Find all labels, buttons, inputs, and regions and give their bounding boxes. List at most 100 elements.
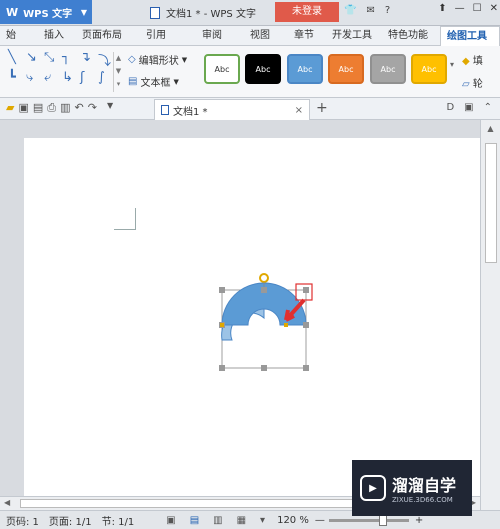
elbow-double-arrow-icon[interactable]: ⤵ (98, 50, 114, 70)
print-icon[interactable]: ⎙ (47, 101, 56, 115)
document-workspace (0, 120, 480, 498)
double-arrow-shape-icon[interactable]: ⤡ (44, 50, 60, 70)
tab-section[interactable]: 章节 (288, 26, 326, 46)
curved-double-arrow-icon[interactable]: ↳ (62, 70, 78, 90)
ribbon-right-group: ◆ 填 ▱ 轮 (462, 52, 483, 90)
resize-handle-br (303, 365, 309, 371)
maximize-button[interactable]: ☐ (473, 3, 482, 14)
curved-connector-icon[interactable]: ⤷ (26, 70, 42, 90)
fill-button[interactable]: ◆ 填 (462, 52, 483, 67)
edit-shape-button[interactable]: ◇ 编辑形状 ▼ (128, 52, 187, 67)
resize-handle-tc (261, 287, 267, 293)
shape-gallery: ╲ ↘ ⤡ ┐ ↴ ⤵ ┗ ⤷ ⤶ ↳ ʃ ∫ (8, 50, 118, 92)
close-tab-icon[interactable]: × (295, 105, 303, 116)
export-pdf-icon[interactable]: ▤ (33, 101, 43, 115)
shape-style-blue[interactable]: Abc (287, 54, 323, 84)
scroll-left-icon[interactable]: ◀ (4, 498, 10, 507)
skin-icon[interactable]: 👕 (344, 5, 356, 16)
new-tab-button[interactable]: + (316, 100, 328, 116)
page-view-icon[interactable]: ▤ (190, 515, 199, 526)
document-page[interactable] (24, 138, 480, 498)
share-icon[interactable]: ⬆ (438, 3, 446, 14)
login-button[interactable]: 未登录 (275, 2, 339, 22)
elbow-connector-icon[interactable]: ┐ (62, 50, 78, 70)
compare-icon[interactable]: ▣ (464, 102, 473, 113)
toolbar-right-icons: D ▣ ⌃ (446, 102, 492, 113)
zoom-out-button[interactable]: — (315, 515, 325, 526)
chevron-down-icon: ▼ (181, 55, 188, 64)
shape-style-gold[interactable]: Abc (411, 54, 447, 84)
style-gallery-more[interactable]: ▾ (450, 60, 454, 69)
web-view-icon[interactable]: ▥ (213, 515, 222, 526)
zoom-in-button[interactable]: + (415, 515, 423, 526)
page-count: 页面: 1/1 (48, 516, 92, 528)
vertical-scroll-thumb[interactable] (484, 143, 497, 263)
zoom-level[interactable]: 120 % (277, 515, 309, 526)
tab-features[interactable]: 特色功能 (382, 26, 440, 46)
shape-style-gray[interactable]: Abc (370, 54, 406, 84)
full-screen-view-icon[interactable]: ▣ (166, 515, 175, 526)
elbow-connector-2-icon[interactable]: ┗ (8, 70, 24, 90)
minimize-button[interactable]: — (455, 3, 465, 14)
dropdown-arrow-icon: ▼ (80, 7, 87, 17)
doc-panel-icon[interactable]: D (446, 102, 454, 113)
feedback-icon[interactable]: ✉ (366, 5, 374, 16)
section-count: 节: 1/1 (101, 516, 135, 528)
vertical-scrollbar[interactable]: ▲ (480, 120, 500, 510)
watermark-text: 溜溜自学 ZIXUE.3D66.COM (392, 472, 456, 504)
tab-insert[interactable]: 插入 (32, 26, 70, 46)
tab-review[interactable]: 审阅 (188, 26, 238, 46)
tab-developer[interactable]: 开发工具 (326, 26, 382, 46)
watermark-logo: ▶ 溜溜自学 ZIXUE.3D66.COM (352, 460, 472, 516)
shape-style-white[interactable]: Abc (204, 54, 240, 84)
arrow-line-shape-icon[interactable]: ↘ (26, 50, 42, 70)
reading-view-icon[interactable]: ▾ (260, 515, 265, 526)
shape-drawing[interactable] (214, 270, 334, 380)
resize-handle-mr (303, 322, 309, 328)
page-number: 页码: 1 (6, 516, 39, 528)
shape-gallery-scroll[interactable]: ▲ ▼ ▾ (113, 52, 123, 92)
curved-arrow-connector-icon[interactable]: ⤶ (44, 70, 60, 90)
resize-handle-tr (303, 287, 309, 293)
scroll-up-icon[interactable]: ▲ (481, 124, 500, 133)
elbow-arrow-connector-icon[interactable]: ↴ (80, 50, 96, 70)
document-tab[interactable]: 文档1 * × (154, 99, 310, 120)
scribble-shape-icon[interactable]: ʃ (80, 70, 96, 90)
tab-page-layout[interactable]: 页面布局 (70, 26, 136, 46)
wps-logo-icon: W (6, 5, 19, 19)
ribbon-collapse-icon[interactable]: ⌃ (484, 102, 492, 113)
document-tab-label: 文档1 * (173, 106, 208, 118)
tab-references[interactable]: 引用 (136, 26, 188, 46)
outline-button[interactable]: ▱ 轮 (462, 75, 483, 90)
help-icon[interactable]: ? (385, 5, 390, 16)
freeform-shape-icon[interactable]: ∫ (98, 70, 114, 90)
tab-start[interactable]: 始 (0, 26, 32, 46)
close-button[interactable]: ✕ (490, 3, 498, 14)
shape-style-black[interactable]: Abc (245, 54, 281, 84)
fill-label: 填 (472, 56, 483, 67)
watermark-url: ZIXUE.3D66.COM (392, 496, 453, 504)
edit-shape-icon: ◇ (128, 54, 136, 65)
watermark-title: 溜溜自学 (392, 476, 457, 495)
app-name: WPS 文字 (23, 8, 73, 20)
ribbon-tabs: 始 插入 页面布局 引用 审阅 视图 章节 开发工具 特色功能 绘图工具 (0, 26, 500, 46)
redo-icon[interactable]: ↷ (88, 101, 97, 115)
zoom-slider[interactable] (328, 514, 409, 526)
window-title: 文档1 * - WPS 文字 (150, 5, 256, 20)
tab-drawing-tools[interactable]: 绘图工具 (440, 26, 500, 46)
app-menu-button[interactable]: W WPS 文字 ▼ (0, 0, 92, 24)
chevron-down-icon: ▼ (173, 77, 179, 86)
text-box-button[interactable]: ▤ 文本框 ▼ (128, 74, 179, 89)
margin-corner-marker (114, 208, 136, 230)
tab-view[interactable]: 视图 (238, 26, 288, 46)
customize-toolbar-icon[interactable]: ▼ (107, 101, 113, 115)
zoom-slider-thumb[interactable] (378, 514, 387, 526)
resize-handle-tl (219, 287, 225, 293)
open-folder-icon[interactable]: ▰ (6, 101, 14, 115)
line-shape-icon[interactable]: ╲ (8, 50, 24, 70)
save-icon[interactable]: ▣ (18, 101, 28, 115)
shape-style-orange[interactable]: Abc (328, 54, 364, 84)
print-preview-icon[interactable]: ▥ (60, 101, 70, 115)
outline-view-icon[interactable]: ▦ (237, 515, 246, 526)
undo-icon[interactable]: ↶ (75, 101, 84, 115)
